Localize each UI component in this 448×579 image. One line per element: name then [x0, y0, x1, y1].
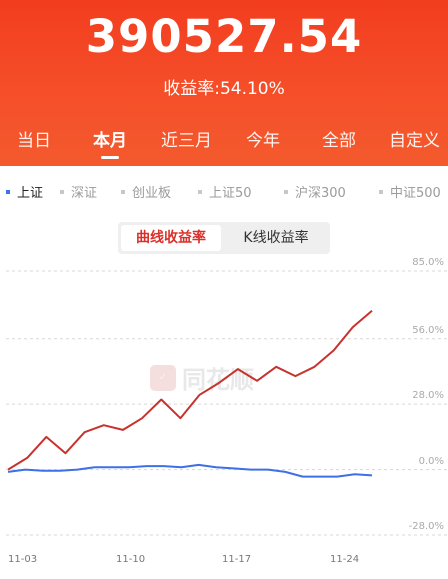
index-sse50[interactable]: 上证50	[198, 182, 252, 201]
header: 390527.54 收益率:54.10% 当日 本月 近三月 今年 全部 自定义	[0, 0, 448, 166]
kline-return-option[interactable]: K线收益率	[226, 225, 326, 251]
index-return-line	[7, 463, 373, 478]
y-tick-label: 28.0%	[412, 390, 444, 402]
index-chinext[interactable]: 创业板	[121, 182, 171, 201]
index-shanghai[interactable]: 上证	[6, 182, 43, 201]
tab-this-month[interactable]: 本月	[93, 126, 127, 151]
tab-three-months[interactable]: 近三月	[161, 126, 212, 151]
return-chart: ✓ 同花顺 85.0% 56.0% 28.0% 0.0% -28.0% 11-03 11-…	[0, 255, 448, 579]
return-rate: 收益率:54.10%	[163, 79, 285, 99]
x-tick-label: 11-24	[330, 554, 360, 565]
index-csi500[interactable]: 中证500	[379, 182, 441, 201]
tab-this-year[interactable]: 今年	[246, 126, 280, 151]
dot-icon	[121, 189, 125, 194]
tab-custom[interactable]: 自定义	[389, 126, 440, 151]
tab-today[interactable]: 当日	[17, 126, 51, 151]
dot-icon	[379, 189, 383, 194]
line-return-option[interactable]: 曲线收益率	[121, 225, 221, 251]
active-tab-indicator	[101, 156, 119, 159]
chart-canvas	[6, 270, 448, 536]
period-tabs: 当日 本月 近三月 今年 全部 自定义	[0, 126, 448, 166]
dot-icon	[198, 189, 202, 194]
y-tick-label: -28.0%	[408, 521, 444, 532]
chart-mode-toggle: 曲线收益率 K线收益率	[118, 222, 330, 254]
dot-icon	[284, 189, 288, 194]
y-tick-label: 0.0%	[418, 455, 444, 467]
tab-all[interactable]: 全部	[322, 126, 356, 151]
y-tick-label: 56.0%	[412, 324, 444, 336]
total-amount: 390527.54	[85, 10, 363, 63]
dot-icon	[60, 189, 64, 194]
portfolio-return-line	[7, 309, 373, 471]
index-csi300[interactable]: 沪深300	[284, 182, 346, 201]
active-dot-icon	[6, 189, 10, 194]
x-tick-label: 11-03	[8, 554, 38, 565]
index-shenzhen[interactable]: 深证	[60, 182, 97, 201]
index-selector: 上证 深证 创业板 上证50 沪深300 中证500	[0, 166, 448, 210]
y-tick-label: 85.0%	[412, 257, 444, 268]
x-tick-label: 11-17	[222, 554, 252, 565]
x-tick-label: 11-10	[116, 554, 146, 565]
